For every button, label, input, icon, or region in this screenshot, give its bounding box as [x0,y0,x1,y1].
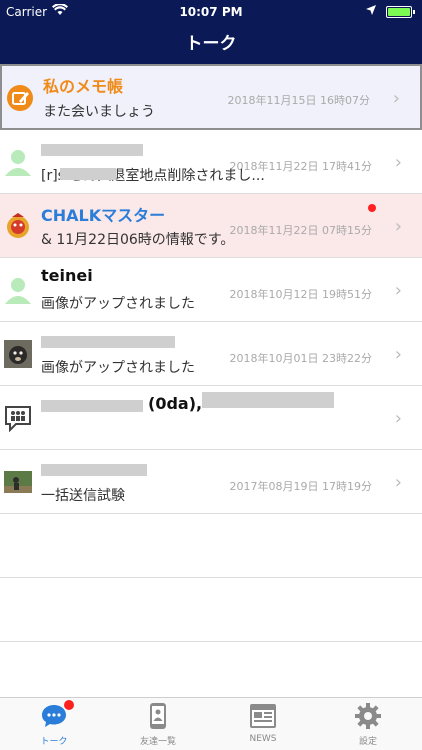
person-icon [4,148,32,176]
redacted-name [41,144,143,156]
chevron-right-icon: › [394,152,402,173]
tab-bar: トーク 友達一覧 NEWS 設定 [0,697,422,750]
empty-row [0,514,422,578]
redacted-name [41,400,143,412]
photo-avatar [4,468,32,496]
tab-label: トーク [40,737,68,747]
battery-icon [386,6,415,18]
talk-name: 私のメモ帳 [43,77,124,96]
talk-message: 画像がアップされました [41,296,195,312]
tab-friends[interactable]: 友達一覧 [118,702,198,747]
talk-list: 私のメモ帳 2018年11月15日 16時07分 また会いましょう › 2018… [0,64,422,642]
group-chat-icon [4,404,32,433]
talk-name: CHALKマスター [41,206,166,225]
talk-row-group[interactable]: (0da), › [0,386,422,450]
talk-row[interactable]: teinei 2018年10月12日 19時51分 画像がアップされました › [0,258,422,322]
talk-timestamp: 2017年08月19日 17時19分 [229,480,372,493]
talk-message: 画像がアップされました [41,360,195,376]
page-title: トーク [0,24,422,64]
talk-timestamp: 2018年10月01日 23時22分 [229,352,372,365]
chevron-right-icon: › [394,216,402,237]
chevron-right-icon: › [394,344,402,365]
redacted-name [41,336,175,348]
chevron-right-icon: › [394,280,402,301]
dog-photo-avatar [4,340,32,368]
talk-message: 一括送信試験 [41,488,125,504]
talk-row-memo[interactable]: 私のメモ帳 2018年11月15日 16時07分 また会いましょう › [0,64,422,130]
empty-row [0,578,422,642]
location-icon [366,4,376,18]
gear-icon [354,702,382,730]
talk-row[interactable]: 2018年10月01日 23時22分 画像がアップされました › [0,322,422,386]
mascot-icon [4,212,32,240]
tab-label: 設定 [358,737,377,747]
talk-row[interactable]: 2018年11月22日 17時41分 [r]s さん入退室地点削除されまし...… [0,130,422,194]
chevron-right-icon: › [392,88,400,109]
tab-label: NEWS [249,734,277,744]
talk-message: また会いましょう [43,104,155,120]
talk-timestamp: 2018年11月15日 16時07分 [227,94,370,107]
status-bar: Carrier 10:07 PM [0,0,422,24]
chevron-right-icon: › [394,408,402,429]
newspaper-icon [249,702,277,730]
unread-dot [368,204,376,212]
talk-name: teinei [41,266,93,285]
redacted-text [60,168,116,180]
talk-row-chalk[interactable]: CHALKマスター 2018年11月22日 07時15分 & 11月22日06時… [0,194,422,258]
tab-talk[interactable]: トーク [14,700,94,747]
talk-row[interactable]: 2017年08月19日 17時19分 一括送信試験 › [0,450,422,514]
tab-settings[interactable]: 設定 [328,702,408,747]
talk-message: & 11月22日06時の情報です。 [41,232,235,248]
phone-contact-icon [144,702,172,730]
talk-timestamp: 2018年11月22日 07時15分 [229,224,372,237]
chat-bubble-icon [40,700,74,730]
tab-news[interactable]: NEWS [223,702,303,744]
tab-label: 友達一覧 [139,737,176,747]
redacted-name [41,464,147,476]
memo-icon [6,84,34,112]
redacted-name [202,392,334,408]
unread-badge [64,700,74,710]
chevron-right-icon: › [394,472,402,493]
status-time: 10:07 PM [179,5,243,19]
talk-name: (0da), [148,394,203,413]
person-icon [4,276,32,304]
talk-timestamp: 2018年10月12日 19時51分 [229,288,372,301]
